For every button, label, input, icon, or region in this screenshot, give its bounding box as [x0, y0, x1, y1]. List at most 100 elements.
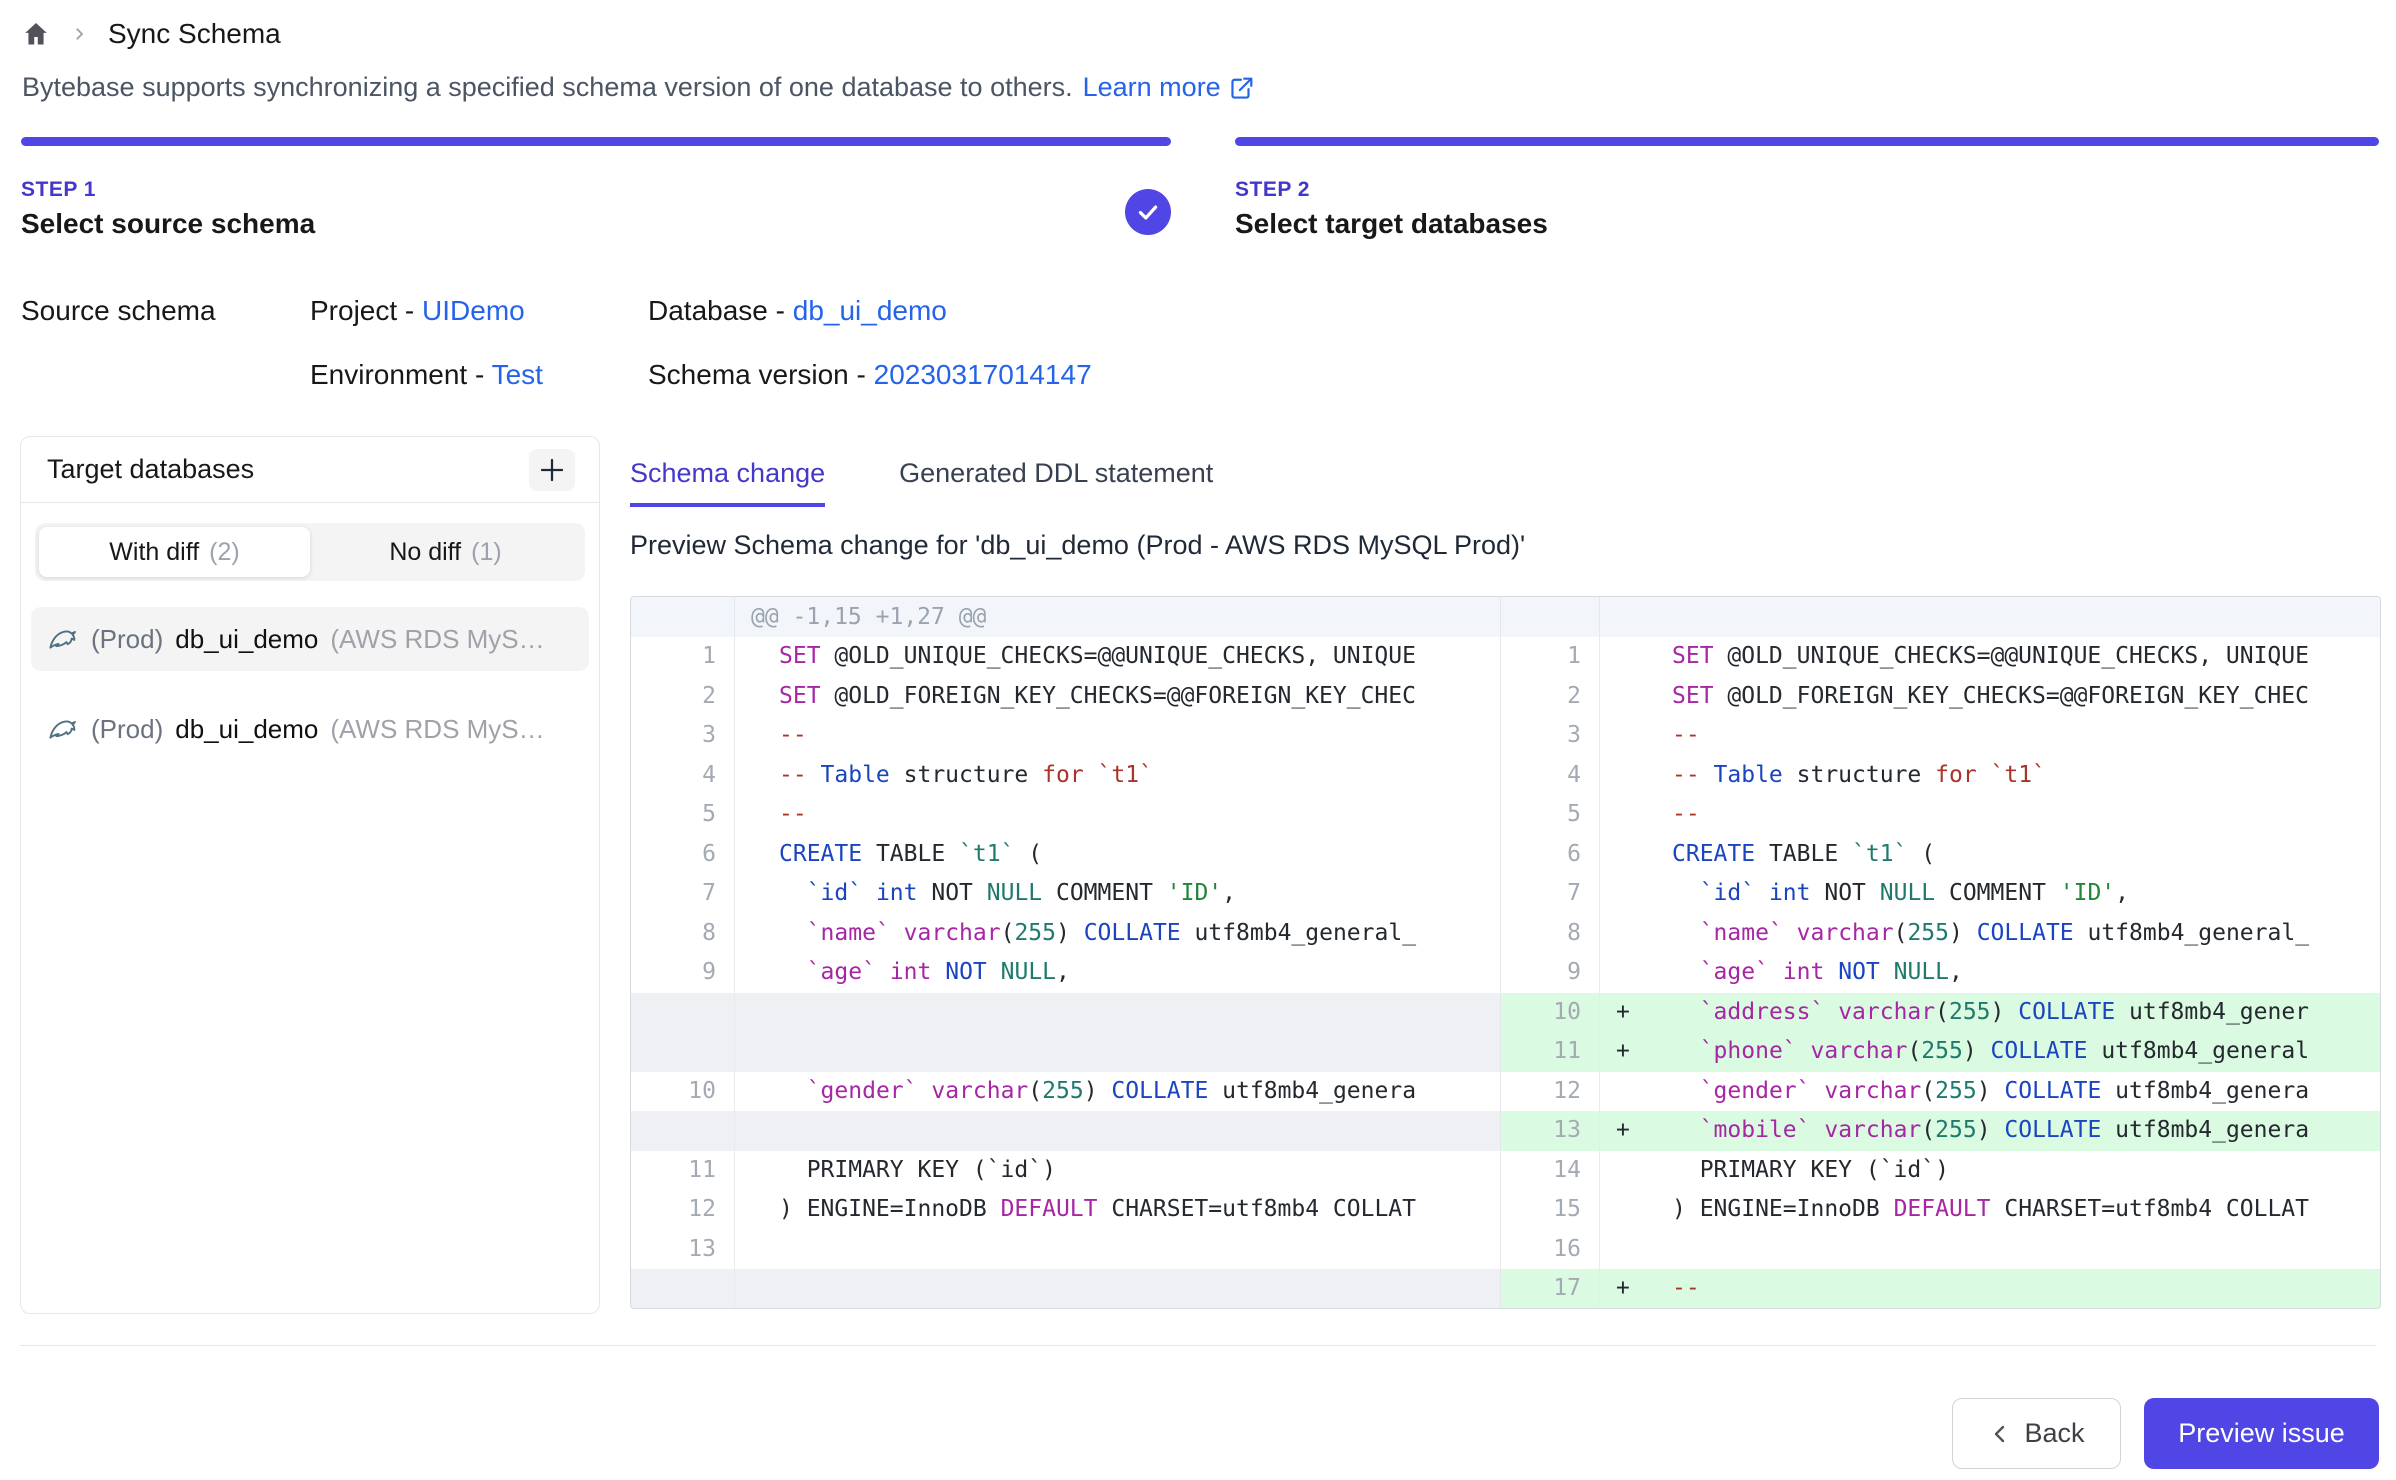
line-number: 10	[631, 1072, 735, 1112]
line-number: 8	[631, 914, 735, 954]
line-number: 13	[1501, 1111, 1600, 1151]
code-line: --	[735, 795, 1500, 835]
diff-row: 7 `id` int NOT NULL COMMENT 'ID',	[1501, 874, 2380, 914]
diff-row: 8 `name` varchar(255) COLLATE utf8mb4_ge…	[631, 914, 1500, 954]
db-environment: (Prod)	[91, 624, 163, 655]
line-number	[631, 1111, 735, 1151]
line-number: 11	[1501, 1032, 1600, 1072]
diff-row: 11 PRIMARY KEY (`id`)	[631, 1151, 1500, 1191]
code-line	[735, 1269, 1500, 1308]
line-number: 1	[631, 637, 735, 677]
source-schema-database: Database - db_ui_demo	[648, 295, 947, 327]
line-number: 11	[631, 1151, 735, 1191]
database-link[interactable]: db_ui_demo	[793, 295, 947, 326]
line-number: 10	[1501, 993, 1600, 1033]
code-line: SET @OLD_FOREIGN_KEY_CHECKS=@@FOREIGN_KE…	[735, 677, 1500, 717]
step-1-label: STEP 1	[21, 178, 1171, 202]
line-number: 2	[1501, 677, 1600, 717]
diff-row: 3--	[1501, 716, 2380, 756]
line-number: 14	[1501, 1151, 1600, 1191]
preview-issue-button[interactable]: Preview issue	[2144, 1398, 2379, 1469]
db-name: db_ui_demo	[175, 624, 318, 655]
diff-filter-tabs: With diff (2) No diff (1)	[35, 523, 585, 581]
diff-row	[631, 1111, 1500, 1151]
code-line: --	[735, 716, 1500, 756]
code-line: `name` varchar(255) COLLATE utf8mb4_gene…	[1600, 914, 2380, 954]
add-target-database-button[interactable]	[529, 449, 575, 491]
diff-pane-target: 1SET @OLD_UNIQUE_CHECKS=@@UNIQUE_CHECKS,…	[1501, 597, 2380, 1308]
diff-row: 5--	[631, 795, 1500, 835]
tab-no-diff-label: No diff	[389, 538, 461, 567]
line-number: 3	[631, 716, 735, 756]
diff-row: 12 `gender` varchar(255) COLLATE utf8mb4…	[1501, 1072, 2380, 1112]
line-number: 12	[1501, 1072, 1600, 1112]
diff-row: @@ -1,15 +1,27 @@	[631, 597, 1500, 637]
tab-generated-ddl[interactable]: Generated DDL statement	[899, 458, 1213, 507]
code-line: `age` int NOT NULL,	[1600, 953, 2380, 993]
schema-diff-viewer: @@ -1,15 +1,27 @@1SET @OLD_UNIQUE_CHECKS…	[630, 596, 2381, 1309]
code-line	[1600, 1230, 2380, 1270]
line-number: 16	[1501, 1230, 1600, 1270]
schema-version-label: Schema version -	[648, 359, 874, 390]
code-line	[735, 993, 1500, 1033]
diff-row: 11+ `phone` varchar(255) COLLATE utf8mb4…	[1501, 1032, 2380, 1072]
code-line: -- Table structure for `t1`	[735, 756, 1500, 796]
diff-row: 10 `gender` varchar(255) COLLATE utf8mb4…	[631, 1072, 1500, 1112]
line-number: 8	[1501, 914, 1600, 954]
home-icon[interactable]	[22, 20, 50, 48]
chevron-left-icon	[1988, 1422, 2012, 1446]
external-link-icon	[1229, 75, 1255, 101]
code-line: `gender` varchar(255) COLLATE utf8mb4_ge…	[1600, 1072, 2380, 1112]
step-2-title: Select target databases	[1235, 208, 2379, 240]
environment-link[interactable]: Test	[492, 359, 543, 390]
line-number: 1	[1501, 637, 1600, 677]
project-link[interactable]: UIDemo	[422, 295, 525, 326]
target-db-item[interactable]: (Prod)db_ui_demo(AWS RDS MyS…	[31, 607, 589, 671]
diff-row: 2SET @OLD_FOREIGN_KEY_CHECKS=@@FOREIGN_K…	[631, 677, 1500, 717]
line-number: 4	[631, 756, 735, 796]
tab-no-diff[interactable]: No diff (1)	[310, 527, 581, 577]
line-number: 7	[631, 874, 735, 914]
tab-with-diff-label: With diff	[109, 538, 199, 567]
line-number: 13	[631, 1230, 735, 1270]
diff-row: 7 `id` int NOT NULL COMMENT 'ID',	[631, 874, 1500, 914]
target-databases-title: Target databases	[47, 454, 254, 485]
code-line	[735, 1230, 1500, 1270]
added-line-marker: +	[1616, 1111, 1672, 1151]
target-databases-panel: Target databases With diff (2) No diff (…	[20, 436, 600, 1314]
step-1: STEP 1 Select source schema	[21, 137, 1171, 240]
diff-row: 6CREATE TABLE `t1` (	[631, 835, 1500, 875]
code-line: CREATE TABLE `t1` (	[735, 835, 1500, 875]
db-name: db_ui_demo	[175, 714, 318, 745]
tab-with-diff[interactable]: With diff (2)	[39, 527, 310, 577]
code-line: -- Table structure for `t1`	[1600, 756, 2380, 796]
line-number: 6	[1501, 835, 1600, 875]
diff-row: 4-- Table structure for `t1`	[1501, 756, 2380, 796]
added-line-marker: +	[1616, 993, 1672, 1033]
schema-version-link[interactable]: 20230317014147	[874, 359, 1092, 390]
line-number: 9	[631, 953, 735, 993]
diff-row: 14 PRIMARY KEY (`id`)	[1501, 1151, 2380, 1191]
line-number	[631, 1269, 735, 1308]
back-button[interactable]: Back	[1952, 1398, 2121, 1469]
diff-row: 4-- Table structure for `t1`	[631, 756, 1500, 796]
code-line: PRIMARY KEY (`id`)	[735, 1151, 1500, 1191]
step-1-completed-badge	[1125, 189, 1171, 235]
diff-row: 9 `age` int NOT NULL,	[631, 953, 1500, 993]
target-db-item[interactable]: (Prod)db_ui_demo(AWS RDS MyS…	[31, 697, 589, 761]
code-line: `age` int NOT NULL,	[735, 953, 1500, 993]
diff-row	[631, 1269, 1500, 1308]
diff-row: 6CREATE TABLE `t1` (	[1501, 835, 2380, 875]
added-line-marker: +	[1616, 1032, 1672, 1072]
step-2-label: STEP 2	[1235, 178, 2379, 202]
target-database-list: (Prod)db_ui_demo(AWS RDS MyS… (Prod) db_ui…	[31, 607, 589, 761]
learn-more-link[interactable]: Learn more	[1083, 72, 1255, 103]
code-line	[735, 1032, 1500, 1072]
line-number	[1501, 597, 1600, 637]
description-text: Bytebase supports synchronizing a specif…	[22, 72, 1073, 103]
mysql-icon	[47, 713, 79, 745]
environment-label: Environment -	[310, 359, 492, 390]
tab-schema-change[interactable]: Schema change	[630, 458, 825, 507]
diff-row: 1SET @OLD_UNIQUE_CHECKS=@@UNIQUE_CHECKS,…	[631, 637, 1500, 677]
diff-row: 8 `name` varchar(255) COLLATE utf8mb4_ge…	[1501, 914, 2380, 954]
